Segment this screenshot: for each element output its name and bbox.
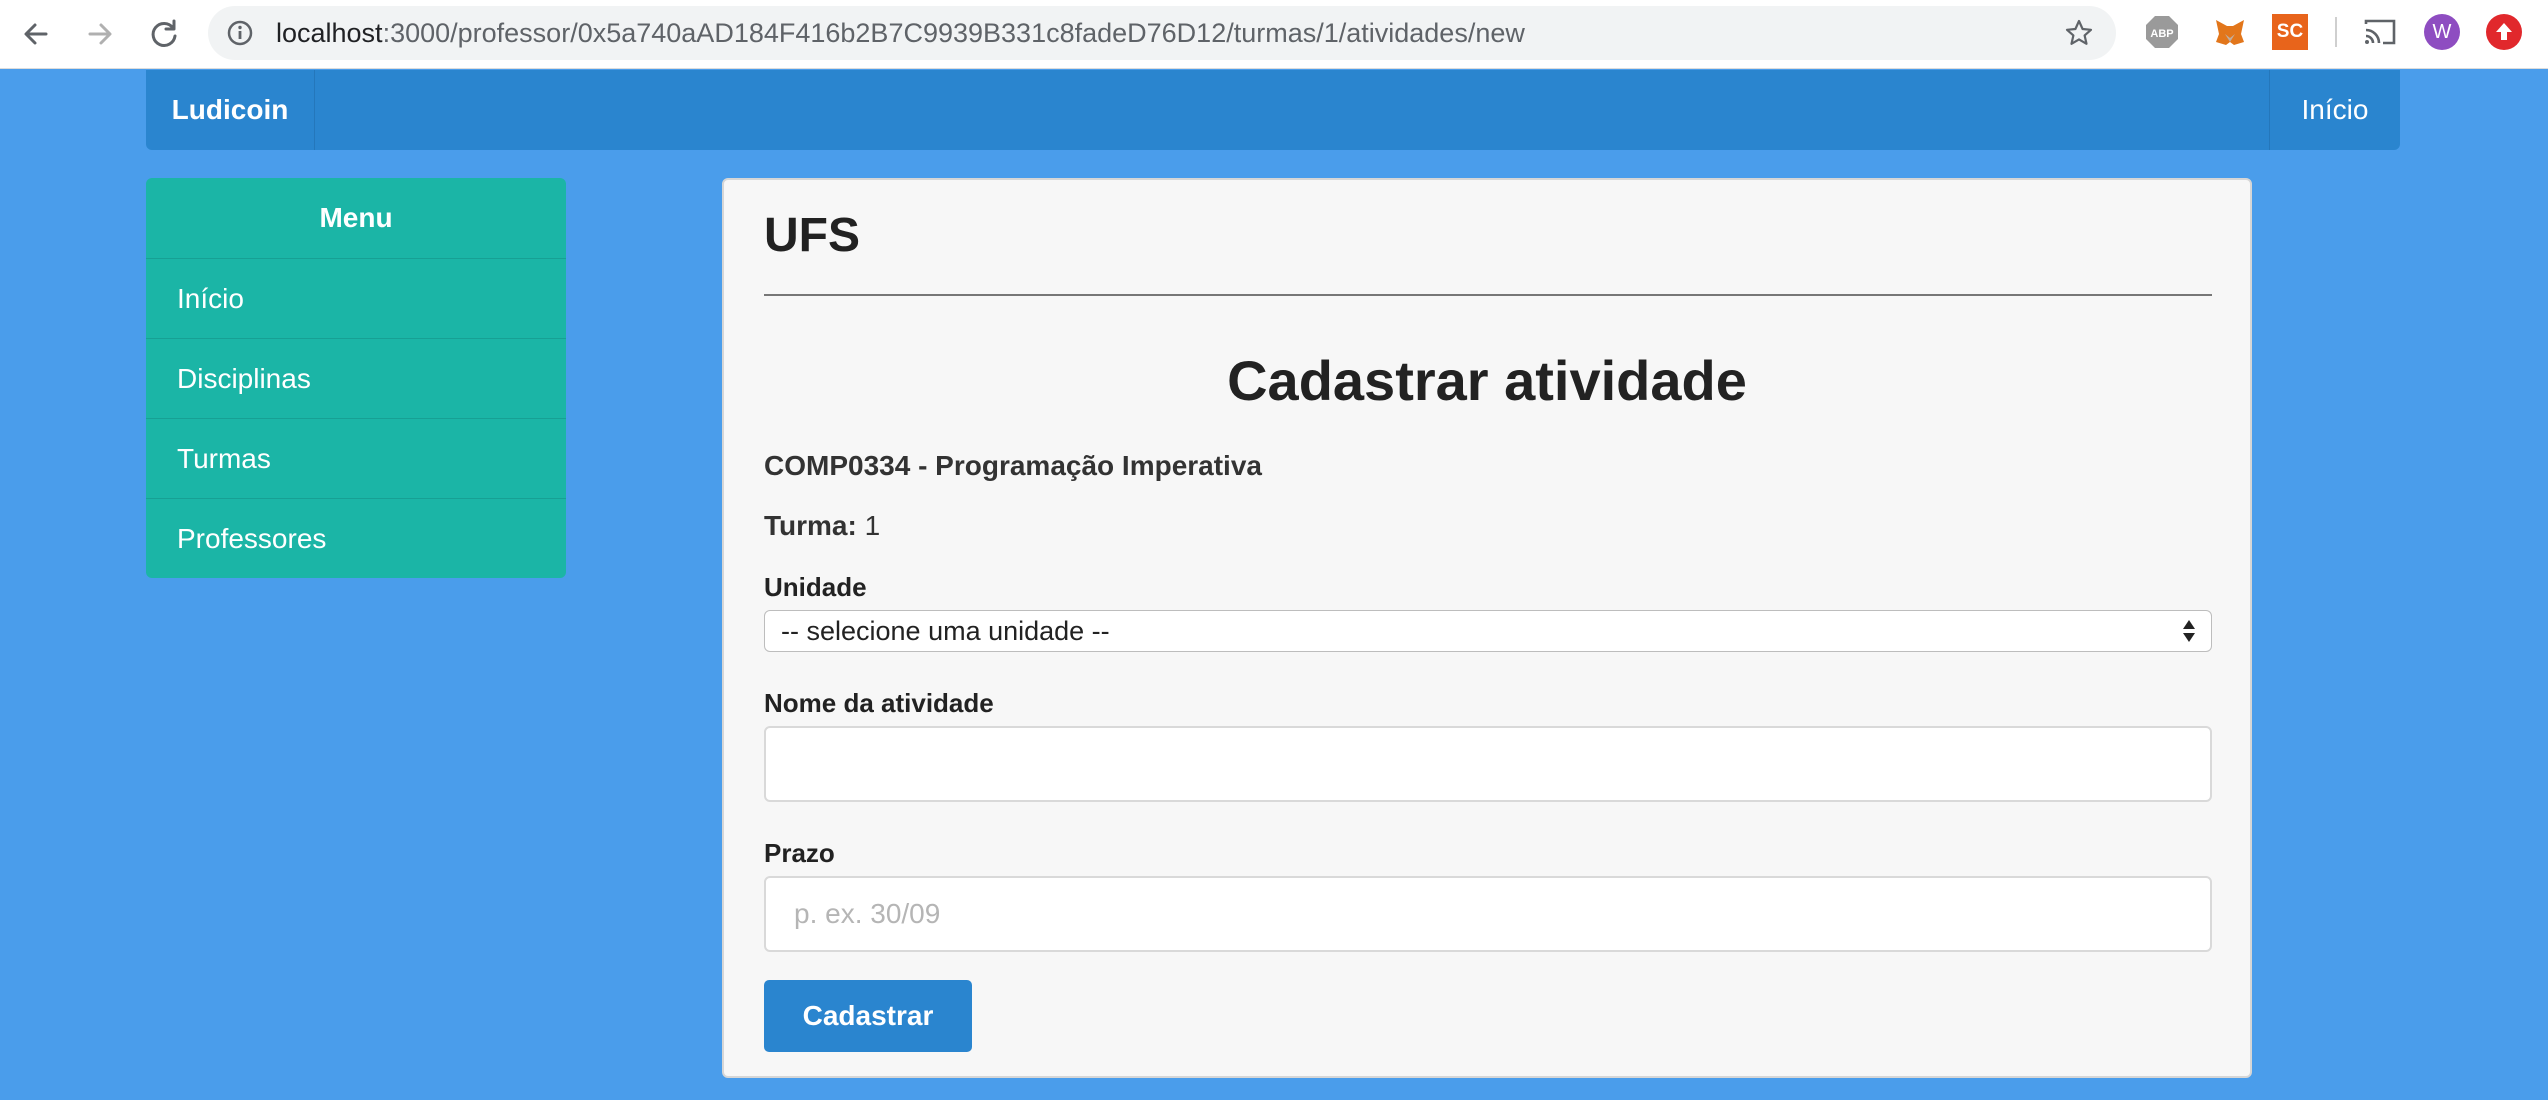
unidade-selected-value: -- selecione uma unidade --	[781, 616, 1110, 646]
top-navbar: Ludicoin Início	[146, 70, 2400, 150]
address-bar[interactable]: localhost:3000/professor/0x5a740aAD184F4…	[208, 6, 2116, 60]
metamask-extension-icon[interactable]	[2212, 14, 2248, 50]
cadastrar-button[interactable]: Cadastrar	[764, 980, 972, 1052]
sidebar-item-disciplinas[interactable]: Disciplinas	[146, 339, 566, 419]
url-path: :3000/professor/0x5a740aAD184F416b2B7C99…	[382, 18, 1525, 48]
sidebar-item-professores[interactable]: Professores	[146, 499, 566, 578]
info-icon[interactable]	[226, 19, 254, 47]
sidebar-item-turmas[interactable]: Turmas	[146, 419, 566, 499]
sidebar-menu: Menu Início Disciplinas Turmas Professor…	[146, 178, 566, 578]
title-divider	[764, 294, 2212, 296]
browser-toolbar: localhost:3000/professor/0x5a740aAD184F4…	[0, 0, 2548, 69]
bookmark-star-icon[interactable]	[2064, 18, 2094, 48]
url-text[interactable]: localhost:3000/professor/0x5a740aAD184F4…	[276, 6, 1525, 60]
main-panel: UFS Cadastrar atividade COMP0334 - Progr…	[722, 178, 2252, 1078]
prazo-input[interactable]	[764, 876, 2212, 952]
sc-extension-icon[interactable]: SC	[2272, 14, 2308, 50]
update-icon[interactable]	[2486, 14, 2522, 50]
toolbar-divider	[2335, 17, 2337, 47]
reload-icon[interactable]	[144, 14, 184, 54]
select-arrows-icon	[2183, 620, 2195, 642]
page-title: Cadastrar atividade	[1227, 349, 1747, 412]
forward-arrow-icon[interactable]	[80, 14, 120, 54]
profile-avatar[interactable]: W	[2424, 14, 2460, 50]
nav-home-link[interactable]: Início	[2269, 70, 2400, 150]
back-arrow-icon[interactable]	[16, 14, 56, 54]
menu-title: Menu	[146, 178, 566, 259]
abp-label: ABP	[2150, 28, 2173, 40]
brand-link[interactable]: Ludicoin	[146, 70, 315, 150]
course-name: COMP0334 - Programação Imperativa	[764, 450, 1262, 481]
unidade-select[interactable]: -- selecione uma unidade --	[764, 610, 2212, 652]
institution-title: UFS	[764, 209, 860, 262]
cast-icon[interactable]	[2362, 14, 2398, 50]
url-host: localhost	[276, 18, 383, 48]
turma-info: Turma: 1	[764, 510, 880, 542]
sidebar-item-inicio[interactable]: Início	[146, 259, 566, 339]
unidade-label: Unidade	[764, 572, 867, 602]
prazo-label: Prazo	[764, 838, 835, 868]
turma-value: 1	[864, 510, 881, 541]
nome-atividade-input[interactable]	[764, 726, 2212, 802]
nome-label: Nome da atividade	[764, 688, 994, 718]
turma-label: Turma:	[764, 510, 857, 541]
adblock-extension-icon[interactable]: ABP	[2144, 14, 2180, 50]
